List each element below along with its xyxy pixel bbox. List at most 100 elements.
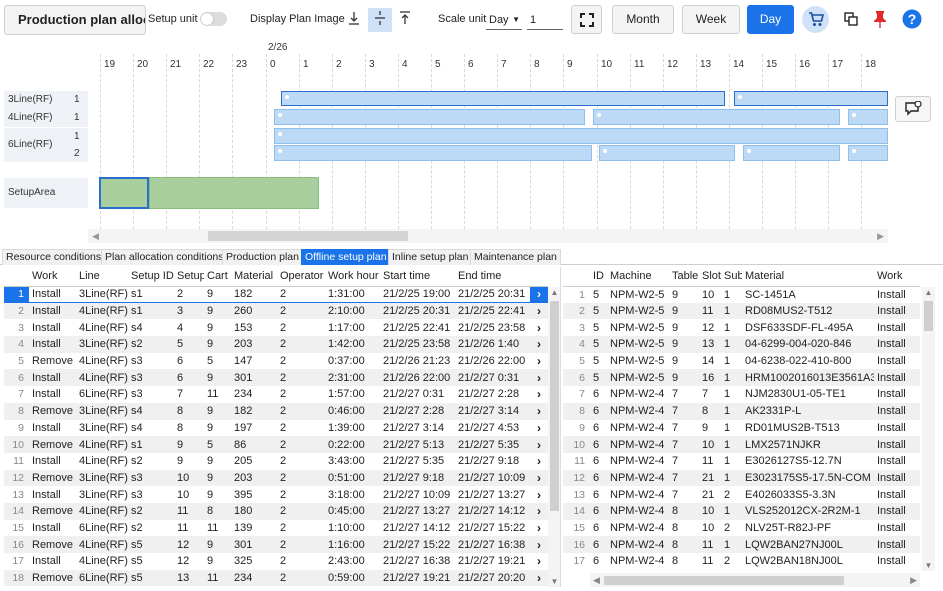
chevron-right-icon[interactable]: › <box>530 285 548 304</box>
scroll-right-icon[interactable]: ▶ <box>910 573 917 587</box>
gantt-bar[interactable] <box>274 109 585 125</box>
setup-area-bar[interactable] <box>99 177 149 209</box>
align-center-icon[interactable] <box>368 8 392 32</box>
scroll-right-icon[interactable]: ▶ <box>877 229 884 243</box>
tab-plan-allocation-conditions[interactable]: Plan allocation conditions <box>101 249 228 265</box>
scrollbar-thumb[interactable] <box>924 301 933 331</box>
table-row[interactable]: 1 5 NPM-W2-5 9 10 1 SC-1451A Install <box>563 286 920 303</box>
column-header[interactable]: Material <box>742 267 874 287</box>
column-header[interactable]: Work hour <box>325 267 380 287</box>
align-bottom-icon[interactable] <box>342 8 366 32</box>
column-header[interactable]: Line <box>76 267 128 287</box>
gantt-bar[interactable] <box>734 91 888 106</box>
gantt-bar[interactable] <box>274 145 592 161</box>
scrollbar-thumb[interactable] <box>550 301 559 511</box>
chevron-right-icon[interactable]: › <box>530 369 548 387</box>
chevron-right-icon[interactable]: › <box>530 553 548 570</box>
chevron-right-icon[interactable]: › <box>530 386 548 403</box>
scroll-left-icon[interactable]: ◀ <box>92 229 99 243</box>
scrollbar-thumb[interactable] <box>604 576 844 585</box>
align-top-icon[interactable] <box>393 8 417 32</box>
gantt-bar[interactable] <box>274 128 888 144</box>
chevron-right-icon[interactable]: › <box>530 536 548 553</box>
day-button[interactable]: Day <box>747 5 794 34</box>
table-row[interactable]: 4 5 NPM-W2-5 9 13 1 04-6299-004-020-846 Install <box>563 336 920 353</box>
tab-offline-setup-plan[interactable]: Offline setup plan <box>301 249 391 265</box>
chevron-right-icon[interactable]: › <box>530 336 548 353</box>
column-header[interactable] <box>563 267 590 287</box>
table-row[interactable]: 12 6 NPM-W2-4 7 21 1 E3023175S5-17.5N-COM Insta… <box>563 469 920 487</box>
table-row[interactable]: 14 Remove 4Line(RF) s2 11 8 180 2 0:45:00 21/2/27… <box>4 502 548 520</box>
column-header[interactable]: Machine <box>607 267 669 287</box>
column-header[interactable]: Work <box>29 267 76 287</box>
chevron-right-icon[interactable]: › <box>530 486 548 503</box>
gantt-bar[interactable] <box>599 145 735 161</box>
column-header[interactable]: Sub <box>721 267 742 287</box>
column-header[interactable]: Work <box>874 267 920 287</box>
table-row[interactable]: 7 Install 6Line(RF) s3 7 11 234 2 1:57:00 21/2/27… <box>4 386 548 403</box>
chevron-right-icon[interactable]: › <box>530 569 548 587</box>
gantt-bar[interactable] <box>281 91 725 106</box>
tab-production-plan[interactable]: Production plan <box>222 249 303 265</box>
column-header[interactable]: Start time <box>380 267 455 287</box>
tab-resource-conditions[interactable]: Resource conditions <box>2 249 106 265</box>
month-button[interactable]: Month <box>612 5 674 34</box>
fullscreen-button[interactable] <box>571 5 602 34</box>
table-row[interactable]: 7 6 NPM-W2-4 7 7 1 NJM2830U1-05-TE1 Install <box>563 386 920 403</box>
column-header[interactable]: Table <box>669 267 699 287</box>
table-row[interactable]: 13 Install 3Line(RF) s3 10 9 395 2 3:18:00 21/2/2… <box>4 486 548 503</box>
table-row[interactable]: 12 Remove 3Line(RF) s3 10 9 203 2 0:51:00 21/2/27… <box>4 469 548 487</box>
table-row[interactable]: 3 5 NPM-W2-5 9 12 1 DSF633SDF-FL-495A Install <box>563 319 920 336</box>
gantt-bar[interactable] <box>593 109 840 125</box>
table-row[interactable]: 5 5 NPM-W2-5 9 14 1 04-6238-022-410-800 Install <box>563 353 920 370</box>
table-row[interactable]: 8 Remove 3Line(RF) s4 8 9 182 2 0:46:00 21/2/27 2… <box>4 402 548 420</box>
setup-unit-toggle[interactable] <box>200 12 227 26</box>
right-table-vertical-scrollbar[interactable]: ▲ ▼ <box>922 287 935 571</box>
table-row[interactable]: 2 5 NPM-W2-5 9 11 1 RD08MUS2-T512 Install <box>563 302 920 320</box>
gantt-bar[interactable] <box>848 109 888 125</box>
table-row[interactable]: 15 Install 6Line(RF) s2 11 11 139 2 1:10:00 21/2/… <box>4 520 548 537</box>
app-title-button[interactable]: Production plan allocati <box>4 5 146 35</box>
table-row[interactable]: 10 Remove 4Line(RF) s1 9 5 86 2 0:22:00 21/2/27 5… <box>4 436 548 453</box>
chevron-right-icon[interactable]: › <box>530 302 548 320</box>
column-header[interactable]: Slot <box>699 267 721 287</box>
table-row[interactable]: 9 6 NPM-W2-4 7 9 1 RD01MUS2B-T513 Install <box>563 420 920 437</box>
pin-button[interactable] <box>866 6 893 33</box>
comment-button[interactable] <box>895 96 931 122</box>
table-row[interactable]: 6 5 NPM-W2-5 9 16 1 HRM1002016013E3561A3 Instal… <box>563 369 920 387</box>
table-row[interactable]: 5 Remove 4Line(RF) s3 6 5 147 2 0:37:00 21/2/26 2… <box>4 353 548 370</box>
setup-area-bar[interactable] <box>149 177 319 209</box>
scroll-down-icon[interactable]: ▼ <box>922 561 935 570</box>
table-row[interactable]: 4 Install 3Line(RF) s2 5 9 203 2 1:42:00 21/2/25 … <box>4 336 548 353</box>
column-header[interactable]: Operator <box>277 267 325 287</box>
help-button[interactable]: ? <box>898 6 925 33</box>
gantt-bar[interactable] <box>848 145 888 161</box>
table-row[interactable]: 11 Install 4Line(RF) s2 9 9 205 2 3:43:00 21/2/27… <box>4 453 548 470</box>
table-row[interactable]: 3 Install 4Line(RF) s4 4 9 153 2 1:17:00 21/2/25 … <box>4 319 548 336</box>
copy-button[interactable] <box>837 6 864 33</box>
chevron-right-icon[interactable]: › <box>530 469 548 487</box>
table-row[interactable]: 10 6 NPM-W2-4 7 10 1 LMX2571NJKR Install <box>563 436 920 453</box>
tab-maintenance-plan[interactable]: Maintenance plan <box>470 249 561 265</box>
chevron-right-icon[interactable]: › <box>530 436 548 453</box>
column-header[interactable]: Setup <box>174 267 204 287</box>
chevron-right-icon[interactable]: › <box>530 420 548 437</box>
table-row[interactable]: 1 Install 3Line(RF) s1 2 9 182 2 1:31:00 21/2/25 … <box>4 285 548 304</box>
table-row[interactable]: 16 Remove 4Line(RF) s5 12 9 301 2 1:16:00 21/2/27… <box>4 536 548 553</box>
table-row[interactable]: 18 Remove 6Line(RF) s5 13 11 234 2 0:59:00 21/2/2… <box>4 569 548 587</box>
table-row[interactable]: 15 6 NPM-W2-4 8 10 2 NLV25T-R82J-PF Install <box>563 520 920 537</box>
gantt-horizontal-scrollbar[interactable]: ◀ ▶ <box>88 229 888 243</box>
right-table-horizontal-scrollbar[interactable]: ◀ ▶ <box>590 573 920 587</box>
scale-number-input[interactable]: 1 <box>527 10 563 30</box>
table-row[interactable]: 17 6 NPM-W2-4 8 11 2 LQW2BAN18NJ00L Install <box>563 553 920 570</box>
chevron-right-icon[interactable]: › <box>530 520 548 537</box>
column-header[interactable]: Cart <box>204 267 231 287</box>
table-row[interactable]: 11 6 NPM-W2-4 7 11 1 E3026127S5-12.7N Install <box>563 453 920 470</box>
column-header[interactable] <box>530 267 548 287</box>
chevron-right-icon[interactable]: › <box>530 502 548 520</box>
table-row[interactable]: 6 Install 4Line(RF) s3 6 9 301 2 2:31:00 21/2/26 … <box>4 369 548 387</box>
scrollbar-thumb[interactable] <box>208 231 408 241</box>
scroll-left-icon[interactable]: ◀ <box>593 573 600 587</box>
scroll-up-icon[interactable]: ▲ <box>922 288 935 297</box>
table-row[interactable]: 14 6 NPM-W2-4 8 10 1 VLS252012CX-2R2M-1 Install <box>563 502 920 520</box>
